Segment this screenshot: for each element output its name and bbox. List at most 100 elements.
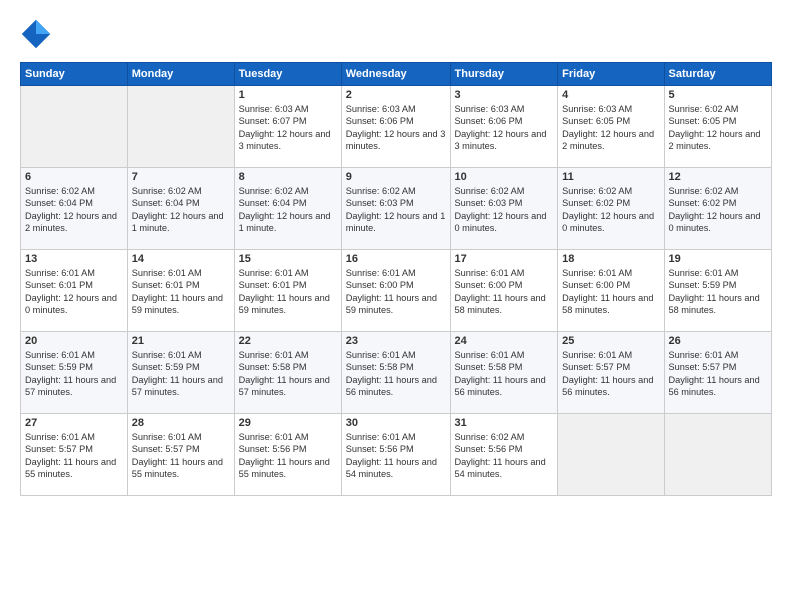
day-info: Sunrise: 6:01 AM Sunset: 5:59 PM Dayligh… [132, 349, 230, 399]
calendar-cell: 28 Sunrise: 6:01 AM Sunset: 5:57 PM Dayli… [127, 414, 234, 496]
day-number: 27 [25, 417, 123, 429]
day-info: Sunrise: 6:02 AM Sunset: 6:05 PM Dayligh… [669, 103, 768, 153]
calendar-cell: 18 Sunrise: 6:01 AM Sunset: 6:00 PM Dayli… [558, 250, 664, 332]
calendar-week-2: 6 Sunrise: 6:02 AM Sunset: 6:04 PM Daylig… [21, 168, 772, 250]
logo [20, 18, 56, 50]
day-info: Sunrise: 6:01 AM Sunset: 6:00 PM Dayligh… [346, 267, 446, 317]
day-info: Sunrise: 6:02 AM Sunset: 6:02 PM Dayligh… [669, 185, 768, 235]
day-number: 16 [346, 253, 446, 265]
weekday-header-sunday: Sunday [21, 63, 128, 86]
day-number: 29 [239, 417, 337, 429]
day-info: Sunrise: 6:01 AM Sunset: 5:59 PM Dayligh… [669, 267, 768, 317]
day-number: 30 [346, 417, 446, 429]
calendar-cell: 24 Sunrise: 6:01 AM Sunset: 5:58 PM Dayli… [450, 332, 558, 414]
day-info: Sunrise: 6:01 AM Sunset: 6:00 PM Dayligh… [562, 267, 659, 317]
calendar-table: SundayMondayTuesdayWednesdayThursdayFrid… [20, 62, 772, 496]
day-info: Sunrise: 6:02 AM Sunset: 6:03 PM Dayligh… [455, 185, 554, 235]
day-number: 24 [455, 335, 554, 347]
header [20, 18, 772, 50]
day-info: Sunrise: 6:01 AM Sunset: 5:57 PM Dayligh… [562, 349, 659, 399]
day-number: 22 [239, 335, 337, 347]
calendar-cell: 31Sunrise: 6:02 AM Sunset: 5:56 PM Dayli… [450, 414, 558, 496]
calendar-cell [127, 86, 234, 168]
day-number: 14 [132, 253, 230, 265]
calendar-week-5: 27 Sunrise: 6:01 AM Sunset: 5:57 PM Dayli… [21, 414, 772, 496]
weekday-header-wednesday: Wednesday [341, 63, 450, 86]
day-number: 8 [239, 171, 337, 183]
calendar-cell: 5 Sunrise: 6:02 AM Sunset: 6:05 PM Daylig… [664, 86, 772, 168]
day-number: 23 [346, 335, 446, 347]
calendar-cell [21, 86, 128, 168]
day-number: 11 [562, 171, 659, 183]
calendar-cell: 14 Sunrise: 6:01 AM Sunset: 6:01 PM Dayli… [127, 250, 234, 332]
weekday-header-thursday: Thursday [450, 63, 558, 86]
day-info: Sunrise: 6:02 AM Sunset: 6:04 PM Dayligh… [132, 185, 230, 235]
calendar-cell: 1 Sunrise: 6:03 AM Sunset: 6:07 PM Daylig… [234, 86, 341, 168]
weekday-header-monday: Monday [127, 63, 234, 86]
day-info: Sunrise: 6:02 AM Sunset: 6:04 PM Dayligh… [25, 185, 123, 235]
calendar-cell: 4 Sunrise: 6:03 AM Sunset: 6:05 PM Daylig… [558, 86, 664, 168]
calendar-cell: 7 Sunrise: 6:02 AM Sunset: 6:04 PM Daylig… [127, 168, 234, 250]
weekday-header-saturday: Saturday [664, 63, 772, 86]
day-number: 26 [669, 335, 768, 347]
day-number: 17 [455, 253, 554, 265]
calendar-cell [558, 414, 664, 496]
day-info: Sunrise: 6:01 AM Sunset: 6:01 PM Dayligh… [239, 267, 337, 317]
day-number: 25 [562, 335, 659, 347]
calendar-cell: 15 Sunrise: 6:01 AM Sunset: 6:01 PM Dayli… [234, 250, 341, 332]
day-number: 6 [25, 171, 123, 183]
day-number: 15 [239, 253, 337, 265]
calendar-week-4: 20 Sunrise: 6:01 AM Sunset: 5:59 PM Dayli… [21, 332, 772, 414]
day-info: Sunrise: 6:02 AM Sunset: 6:03 PM Dayligh… [346, 185, 446, 235]
calendar-cell: 26 Sunrise: 6:01 AM Sunset: 5:57 PM Dayli… [664, 332, 772, 414]
calendar-cell: 12Sunrise: 6:02 AM Sunset: 6:02 PM Dayli… [664, 168, 772, 250]
day-number: 1 [239, 89, 337, 101]
day-number: 3 [455, 89, 554, 101]
day-number: 20 [25, 335, 123, 347]
day-number: 13 [25, 253, 123, 265]
day-info: Sunrise: 6:03 AM Sunset: 6:07 PM Dayligh… [239, 103, 337, 153]
day-info: Sunrise: 6:01 AM Sunset: 6:00 PM Dayligh… [455, 267, 554, 317]
weekday-header-friday: Friday [558, 63, 664, 86]
day-number: 4 [562, 89, 659, 101]
day-info: Sunrise: 6:01 AM Sunset: 5:56 PM Dayligh… [346, 431, 446, 481]
calendar-cell: 2 Sunrise: 6:03 AM Sunset: 6:06 PM Daylig… [341, 86, 450, 168]
day-info: Sunrise: 6:01 AM Sunset: 5:58 PM Dayligh… [346, 349, 446, 399]
calendar-cell: 22 Sunrise: 6:01 AM Sunset: 5:58 PM Dayli… [234, 332, 341, 414]
day-info: Sunrise: 6:01 AM Sunset: 6:01 PM Dayligh… [132, 267, 230, 317]
calendar-cell: 8 Sunrise: 6:02 AM Sunset: 6:04 PM Daylig… [234, 168, 341, 250]
calendar-cell: 17 Sunrise: 6:01 AM Sunset: 6:00 PM Dayli… [450, 250, 558, 332]
calendar-cell: 10 Sunrise: 6:02 AM Sunset: 6:03 PM Dayli… [450, 168, 558, 250]
day-info: Sunrise: 6:03 AM Sunset: 6:06 PM Dayligh… [346, 103, 446, 153]
day-number: 7 [132, 171, 230, 183]
calendar-cell: 6 Sunrise: 6:02 AM Sunset: 6:04 PM Daylig… [21, 168, 128, 250]
calendar-cell: 9Sunrise: 6:02 AM Sunset: 6:03 PM Daylig… [341, 168, 450, 250]
calendar-cell: 3 Sunrise: 6:03 AM Sunset: 6:06 PM Daylig… [450, 86, 558, 168]
day-info: Sunrise: 6:01 AM Sunset: 6:01 PM Dayligh… [25, 267, 123, 317]
day-number: 18 [562, 253, 659, 265]
day-number: 5 [669, 89, 768, 101]
calendar-cell: 23 Sunrise: 6:01 AM Sunset: 5:58 PM Dayli… [341, 332, 450, 414]
day-info: Sunrise: 6:03 AM Sunset: 6:06 PM Dayligh… [455, 103, 554, 153]
day-info: Sunrise: 6:03 AM Sunset: 6:05 PM Dayligh… [562, 103, 659, 153]
calendar-cell: 16 Sunrise: 6:01 AM Sunset: 6:00 PM Dayli… [341, 250, 450, 332]
day-info: Sunrise: 6:01 AM Sunset: 5:57 PM Dayligh… [669, 349, 768, 399]
calendar-week-1: 1 Sunrise: 6:03 AM Sunset: 6:07 PM Daylig… [21, 86, 772, 168]
day-info: Sunrise: 6:01 AM Sunset: 5:58 PM Dayligh… [239, 349, 337, 399]
day-info: Sunrise: 6:01 AM Sunset: 5:57 PM Dayligh… [25, 431, 123, 481]
day-info: Sunrise: 6:01 AM Sunset: 5:58 PM Dayligh… [455, 349, 554, 399]
day-info: Sunrise: 6:01 AM Sunset: 5:57 PM Dayligh… [132, 431, 230, 481]
day-number: 31 [455, 417, 554, 429]
weekday-header-row: SundayMondayTuesdayWednesdayThursdayFrid… [21, 63, 772, 86]
day-info: Sunrise: 6:01 AM Sunset: 5:59 PM Dayligh… [25, 349, 123, 399]
weekday-header-tuesday: Tuesday [234, 63, 341, 86]
day-number: 10 [455, 171, 554, 183]
day-info: Sunrise: 6:02 AM Sunset: 6:04 PM Dayligh… [239, 185, 337, 235]
logo-icon [20, 18, 52, 50]
calendar-cell: 11Sunrise: 6:02 AM Sunset: 6:02 PM Dayli… [558, 168, 664, 250]
day-info: Sunrise: 6:01 AM Sunset: 5:56 PM Dayligh… [239, 431, 337, 481]
calendar-cell: 13 Sunrise: 6:01 AM Sunset: 6:01 PM Dayli… [21, 250, 128, 332]
calendar-week-3: 13 Sunrise: 6:01 AM Sunset: 6:01 PM Dayli… [21, 250, 772, 332]
day-number: 2 [346, 89, 446, 101]
day-number: 28 [132, 417, 230, 429]
